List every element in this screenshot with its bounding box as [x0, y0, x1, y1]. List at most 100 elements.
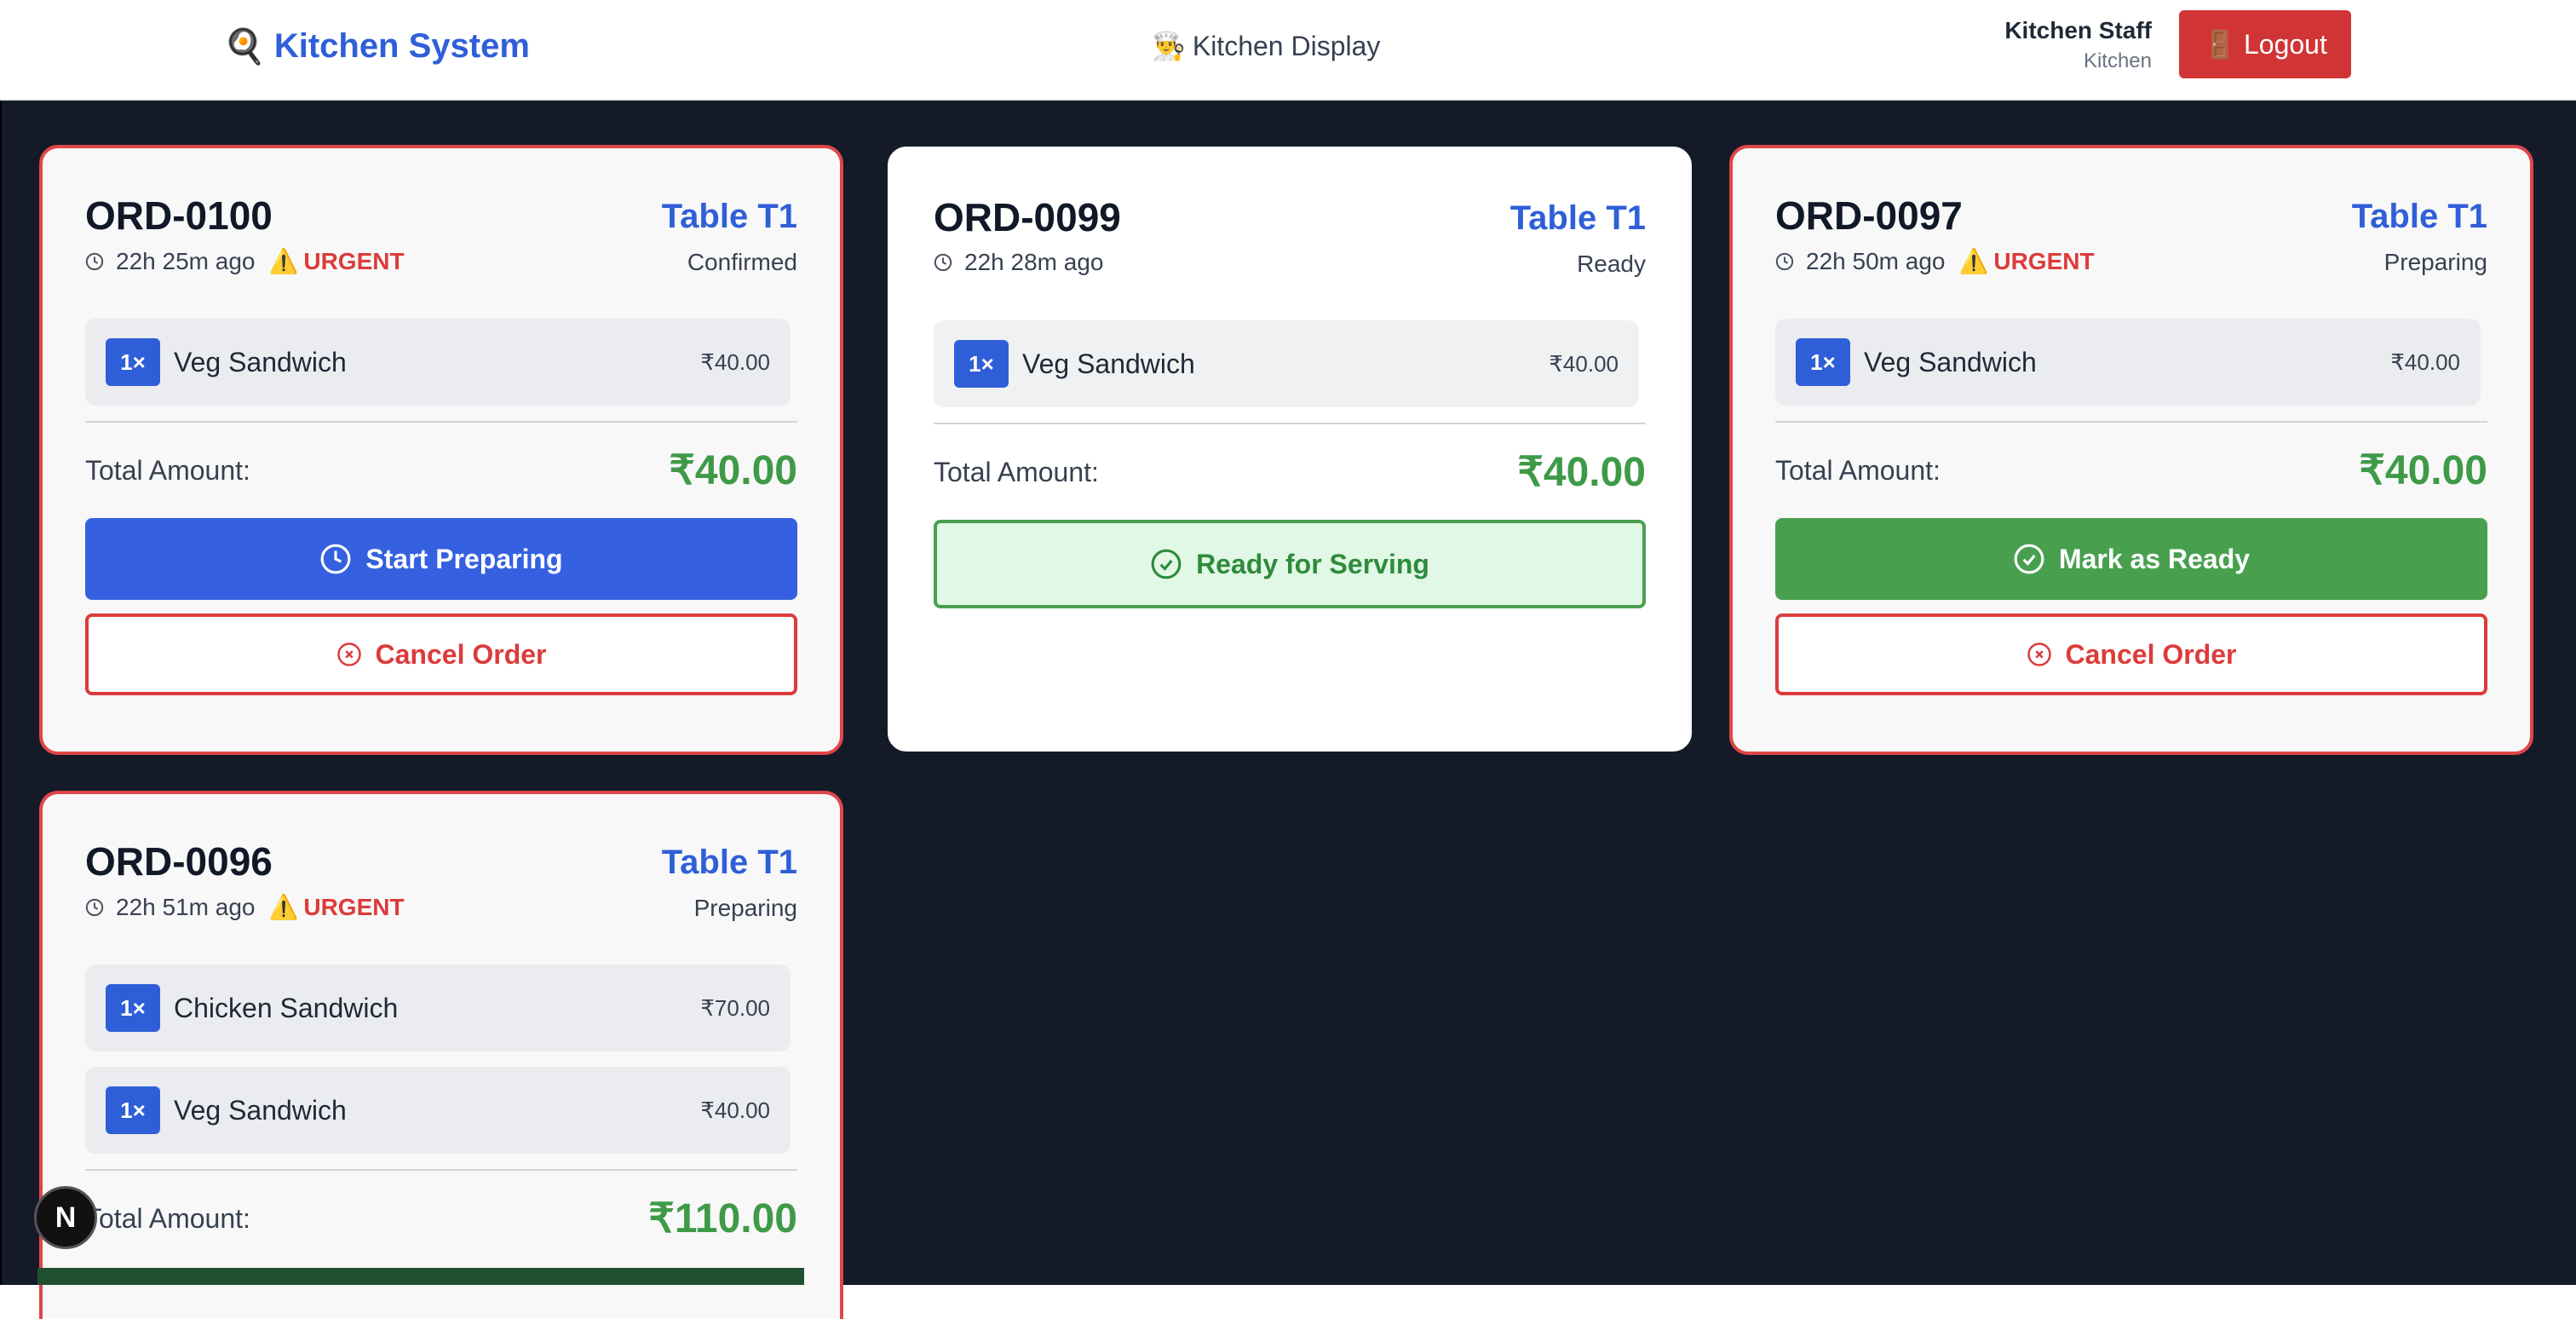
user-name: Kitchen Staff	[2004, 17, 2152, 43]
clock-icon	[934, 253, 952, 272]
quantity-badge: 1×	[106, 984, 160, 1032]
order-header: ORD-0096 22h 51m ago ⚠️ URGENT Table T1 …	[85, 794, 797, 965]
total-label: Total Amount:	[934, 456, 1099, 487]
order-id: ORD-0100	[85, 193, 273, 238]
elapsed-time: 22h 51m ago	[116, 893, 256, 920]
mark-as-ready-button[interactable]: Mark as Ready	[1775, 518, 2487, 600]
start-preparing-button[interactable]: Start Preparing	[85, 518, 797, 600]
order-card: ORD-0096 22h 51m ago ⚠️ URGENT Table T1 …	[39, 791, 843, 1319]
order-header: ORD-0099 22h 28m ago Table T1 Ready	[934, 150, 1646, 320]
order-meta: 22h 25m ago ⚠️ URGENT	[85, 247, 405, 275]
order-meta: 22h 50m ago ⚠️ URGENT	[1775, 247, 2095, 275]
dev-tools-badge[interactable]: N	[34, 1186, 97, 1249]
clock-icon	[85, 252, 104, 270]
order-card: ORD-0099 22h 28m ago Table T1 Ready 1× V…	[888, 147, 1692, 752]
button-label: Start Preparing	[365, 543, 563, 574]
check-circle-icon	[1151, 549, 1182, 579]
item-price: ₹70.00	[700, 994, 770, 1021]
button-label: Mark as Ready	[2058, 543, 2251, 574]
order-item: 1× Chicken Sandwich ₹70.00	[85, 965, 791, 1051]
warning-icon: ⚠️	[268, 248, 299, 274]
brand-logo[interactable]: 🍳 Kitchen System	[223, 20, 530, 72]
user-info: Kitchen Staff Kitchen	[2004, 15, 2152, 77]
order-id: ORD-0099	[934, 195, 1121, 239]
clock-icon	[85, 898, 104, 916]
order-id: ORD-0096	[85, 839, 273, 884]
logout-button[interactable]: 🚪 Logout	[2179, 10, 2351, 78]
total-amount: ₹40.00	[1517, 450, 1646, 495]
table-label: Table T1	[2351, 198, 2487, 235]
clock-icon	[1775, 252, 1794, 270]
order-id: ORD-0097	[1775, 193, 1963, 238]
item-name: Veg Sandwich	[1022, 348, 1195, 379]
ready-for-serving-button[interactable]: Ready for Serving	[934, 520, 1646, 608]
chef-icon: 👨‍🍳	[1152, 31, 1186, 61]
item-price: ₹40.00	[2390, 348, 2460, 375]
order-status: Preparing	[2383, 249, 2487, 275]
elapsed-time: 22h 50m ago	[1806, 247, 1946, 274]
page-title: 👨‍🍳 Kitchen Display	[1152, 20, 1380, 72]
button-label: Ready for Serving	[1196, 548, 1429, 579]
item-name: Chicken Sandwich	[174, 992, 399, 1023]
table-label: Table T1	[1509, 199, 1646, 237]
cancel-order-button[interactable]: Cancel Order	[1775, 613, 2487, 695]
button-label: Cancel Order	[375, 638, 547, 670]
order-item: 1× Veg Sandwich ₹40.00	[85, 319, 791, 406]
item-name: Veg Sandwich	[1864, 346, 2037, 377]
order-card: ORD-0097 22h 50m ago ⚠️ URGENT Table T1 …	[1729, 145, 2533, 755]
urgent-label: URGENT	[303, 893, 405, 920]
elapsed-time: 22h 25m ago	[116, 247, 256, 274]
table-label: Table T1	[661, 844, 797, 881]
quantity-badge: 1×	[106, 338, 160, 386]
cancel-order-button[interactable]: Cancel Order	[85, 613, 797, 695]
logout-label: Logout	[2243, 28, 2327, 60]
item-price: ₹40.00	[700, 348, 770, 375]
order-header: ORD-0097 22h 50m ago ⚠️ URGENT Table T1 …	[1775, 148, 2487, 319]
order-status: Preparing	[693, 895, 797, 921]
total-row: Total Amount: ₹40.00	[85, 423, 797, 518]
magnifier-pan-icon: 🍳	[223, 27, 266, 66]
page-title-text: Kitchen Display	[1192, 30, 1381, 61]
brand-title: Kitchen System	[273, 26, 530, 65]
total-label: Total Amount:	[85, 1202, 250, 1234]
quantity-badge: 1×	[954, 340, 1009, 388]
clock-icon	[320, 544, 351, 574]
cancel-circle-icon	[336, 642, 361, 666]
user-role: Kitchen	[2083, 49, 2152, 72]
total-label: Total Amount:	[85, 454, 250, 486]
quantity-badge: 1×	[106, 1086, 160, 1134]
next-button-edge[interactable]	[37, 1268, 804, 1285]
total-row: Total Amount: ₹110.00	[85, 1171, 797, 1266]
urgent-label: URGENT	[303, 247, 405, 274]
elapsed-time: 22h 28m ago	[964, 249, 1104, 275]
urgent-badge: ⚠️ URGENT	[268, 247, 404, 275]
item-price: ₹40.00	[1549, 350, 1619, 377]
order-status: Confirmed	[687, 249, 797, 275]
total-row: Total Amount: ₹40.00	[934, 424, 1646, 520]
warning-icon: ⚠️	[1958, 248, 1989, 274]
orders-board: ORD-0100 22h 25m ago ⚠️ URGENT Table T1 …	[0, 101, 2576, 1319]
order-item: 1× Veg Sandwich ₹40.00	[934, 320, 1639, 407]
door-icon: 🚪	[2203, 29, 2237, 60]
urgent-badge: ⚠️ URGENT	[268, 893, 404, 921]
order-status: Ready	[1577, 251, 1646, 277]
total-row: Total Amount: ₹40.00	[1775, 423, 2487, 518]
order-meta: 22h 51m ago ⚠️ URGENT	[85, 893, 405, 921]
order-item: 1× Veg Sandwich ₹40.00	[85, 1067, 791, 1154]
urgent-badge: ⚠️ URGENT	[1958, 247, 2094, 275]
order-meta: 22h 28m ago	[934, 249, 1103, 276]
total-amount: ₹40.00	[669, 448, 797, 493]
button-label: Cancel Order	[2065, 638, 2237, 670]
item-price: ₹40.00	[700, 1097, 770, 1123]
order-card: ORD-0100 22h 25m ago ⚠️ URGENT Table T1 …	[39, 145, 843, 755]
cancel-circle-icon	[2027, 642, 2051, 666]
item-name: Veg Sandwich	[174, 346, 347, 377]
urgent-label: URGENT	[1993, 247, 2095, 274]
order-item: 1× Veg Sandwich ₹40.00	[1775, 319, 2481, 406]
total-amount: ₹40.00	[2359, 448, 2487, 493]
order-header: ORD-0100 22h 25m ago ⚠️ URGENT Table T1 …	[85, 148, 797, 319]
total-label: Total Amount:	[1775, 454, 1941, 486]
item-name: Veg Sandwich	[174, 1094, 347, 1126]
quantity-badge: 1×	[1796, 338, 1850, 386]
top-navbar: 🍳 Kitchen System 👨‍🍳 Kitchen Display Kit…	[0, 0, 2576, 101]
